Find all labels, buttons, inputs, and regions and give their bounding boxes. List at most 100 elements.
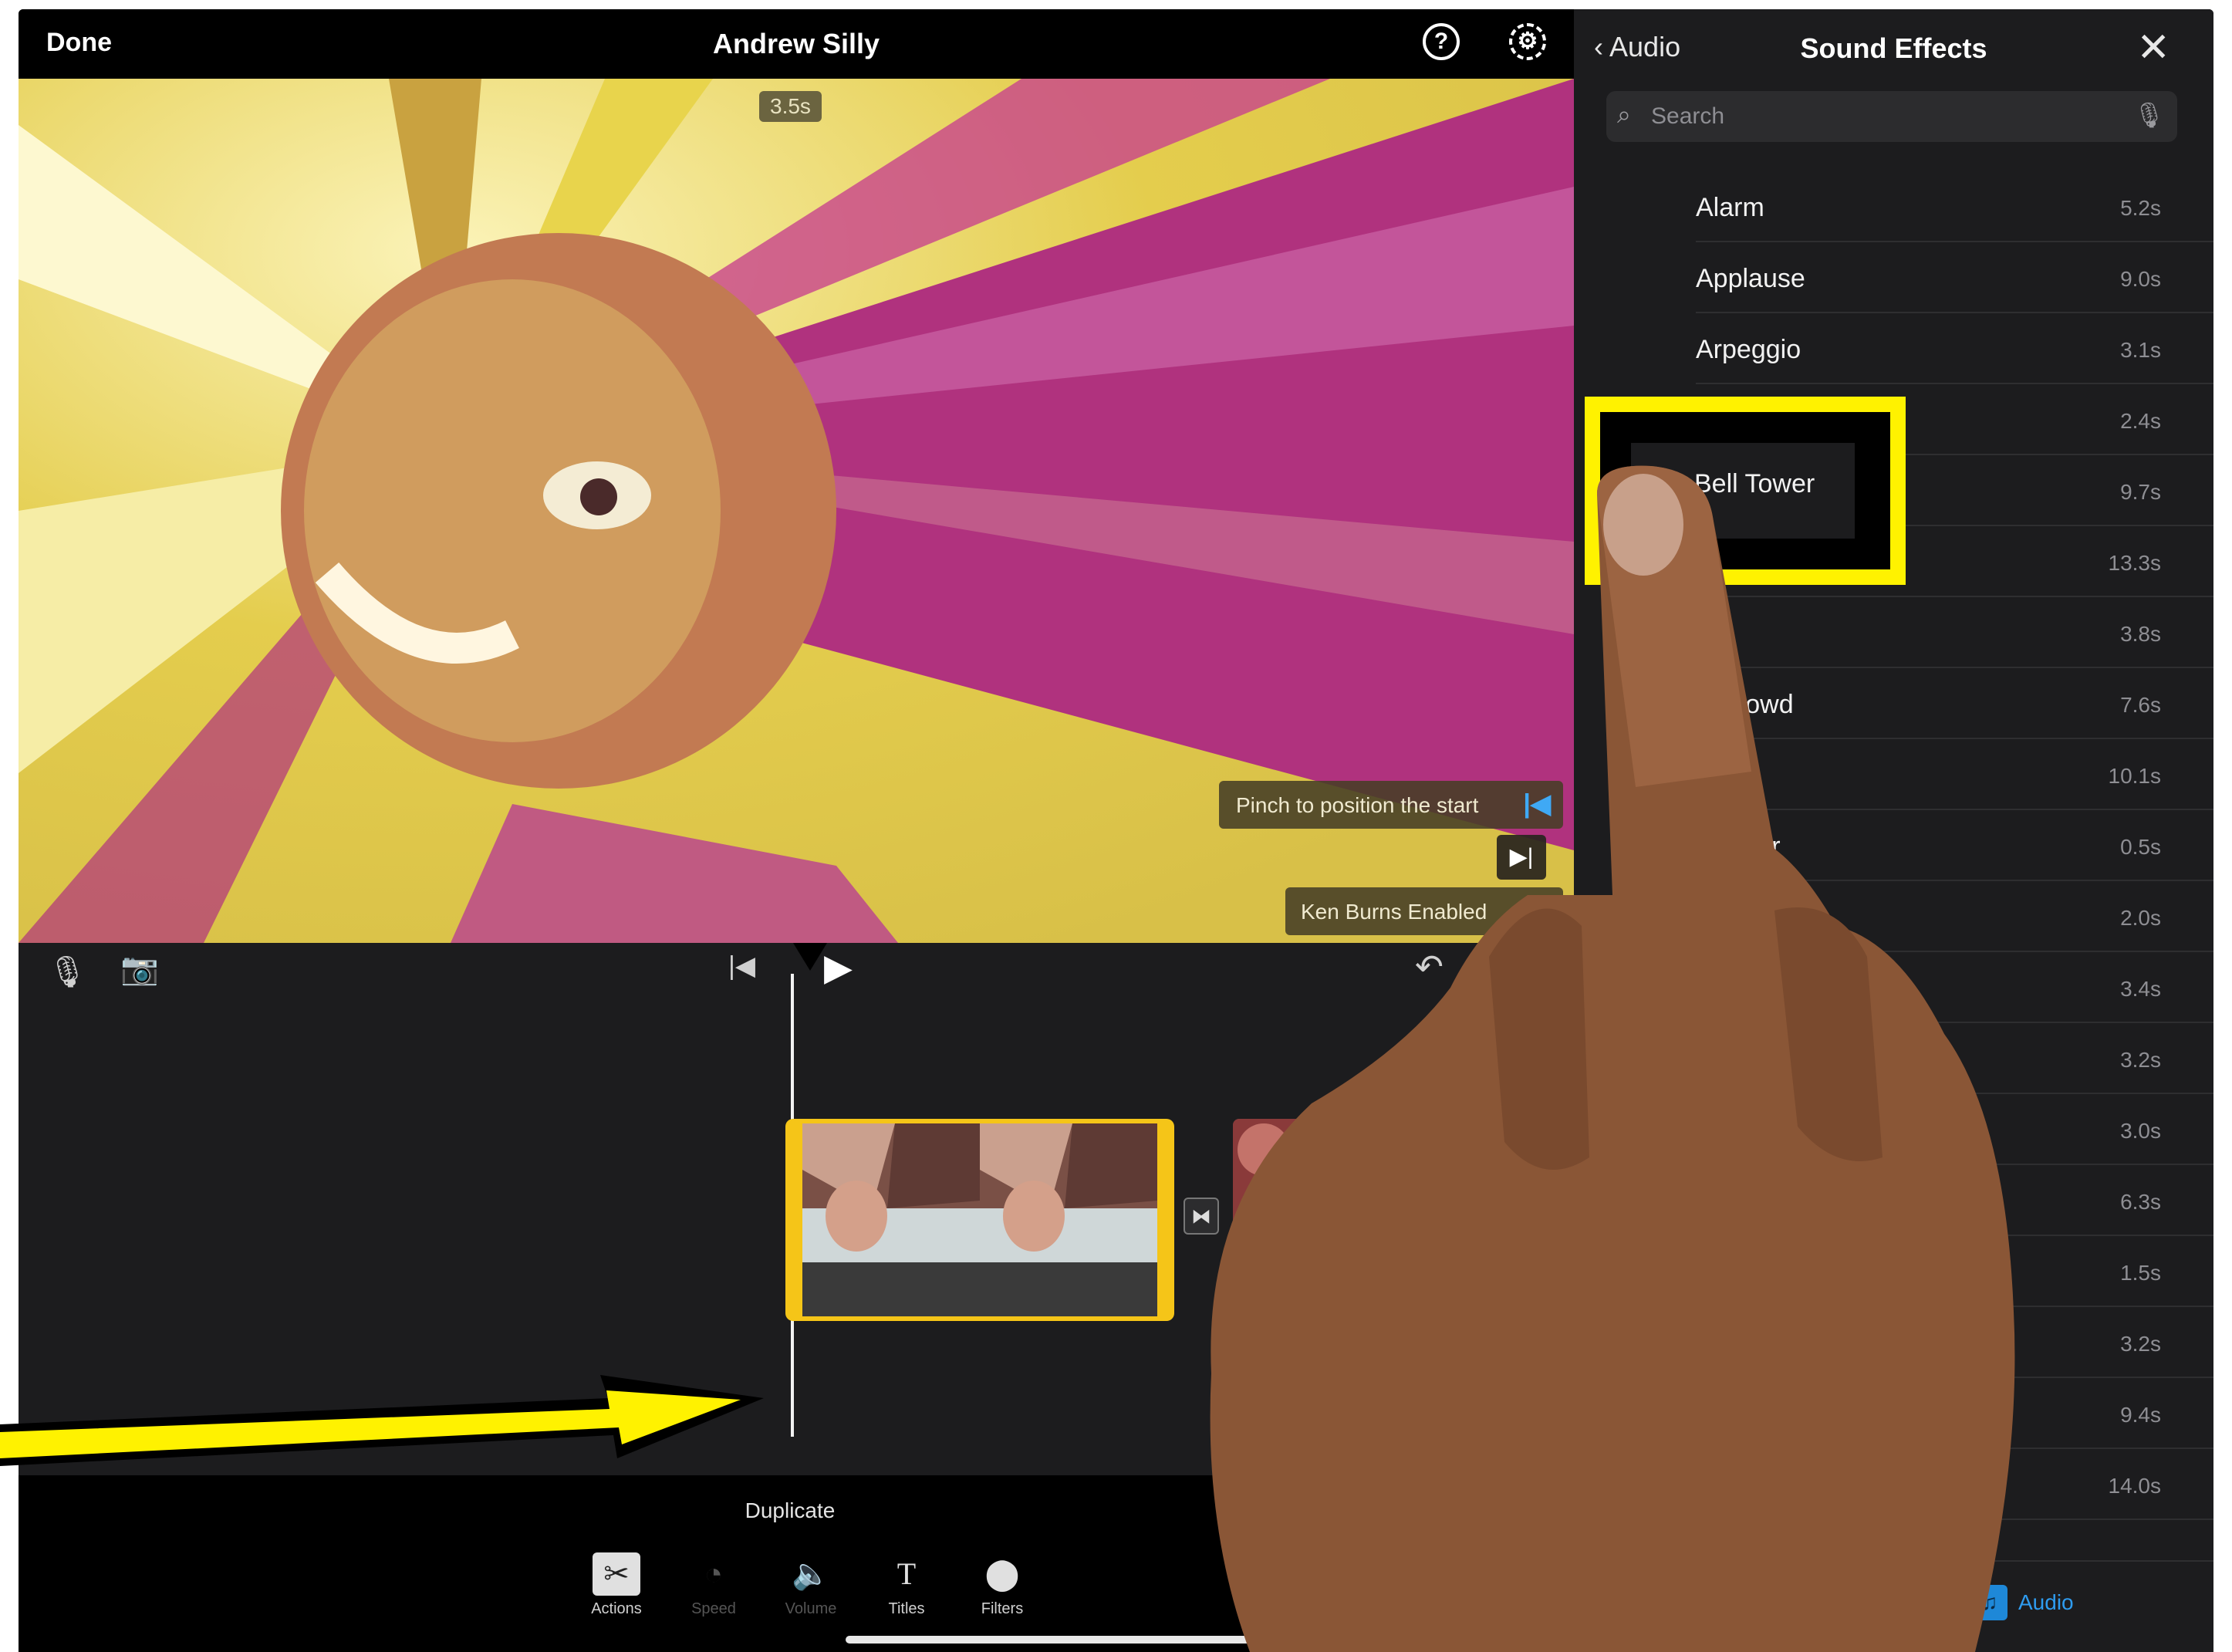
sound-effect-name: g — [1696, 619, 1710, 648]
sound-effect-name: Applause — [1696, 264, 1805, 293]
sound-effect-duration: 10.1s — [2108, 764, 2162, 788]
sound-effect-row[interactable]: 3.2s — [1574, 1307, 2213, 1378]
selected-video-clip[interactable] — [785, 1119, 1174, 1321]
speedometer-icon: ◔ — [704, 1557, 724, 1591]
sound-effect-duration: 14.0s — [2108, 1474, 2162, 1498]
transition-button[interactable]: ⧓ — [1184, 1198, 1219, 1235]
sound-effect-name: g Crowd — [1696, 690, 1794, 719]
sound-effect-row[interactable]: g 3.8s — [1574, 597, 2213, 668]
sound-effect-duration: 9.7s — [2120, 480, 2161, 504]
search-placeholder: Search — [1651, 103, 1725, 129]
sound-effect-duration: 2.4s — [2120, 409, 2161, 433]
tool-titles-label: Titles — [888, 1600, 925, 1617]
sound-effect-row[interactable]: 9.4s — [1574, 1378, 2213, 1449]
sound-effect-duration: 7.6s — [2120, 693, 2161, 717]
skip-to-start-icon[interactable]: |◀ — [728, 951, 755, 981]
row-divider — [1696, 1519, 2213, 1520]
sound-effects-title: Sound Effects — [1800, 32, 1987, 64]
sound-effect-duration: 0.5s — [2120, 835, 2161, 859]
tool-filters[interactable]: ⬤ Filters — [960, 1552, 1045, 1618]
sound-effect-row[interactable]: 1.5s — [1574, 1236, 2213, 1307]
sound-effect-name: Arpeggio — [1696, 335, 1801, 364]
tool-filters-label: Filters — [981, 1600, 1024, 1617]
sound-effect-duration: 9.4s — [2120, 1403, 2161, 1427]
sound-effect-row[interactable]: g Crowd 7.6s — [1574, 668, 2213, 739]
sound-effects-list[interactable]: Alarm 5.2s Applause 9.0s Arpeggio 3.1s 2.4s 9.7… — [1574, 171, 2213, 1576]
sound-effect-duration: 9.0s — [2120, 267, 2161, 291]
sound-effect-duration: 6.3s — [2120, 1190, 2161, 1214]
home-indicator — [846, 1636, 1278, 1644]
timeline[interactable]: 🎙 📷 |◀ ▶ ↶ ⧓ — [19, 943, 1574, 1475]
sound-effect-row[interactable]: 10.1s — [1574, 739, 2213, 810]
top-bar: Done Andrew Silly ? ⚙ — [19, 9, 1574, 79]
tool-volume-label: Volume — [785, 1600, 837, 1617]
speaker-icon: 🔈 — [792, 1557, 830, 1591]
music-note-icon: ♫ — [1972, 1585, 2007, 1620]
tool-speed[interactable]: ◔ Speed — [671, 1552, 756, 1618]
sound-effect-duration: 3.2s — [2120, 1332, 2161, 1356]
scissors-icon: ✂ — [593, 1552, 640, 1596]
search-icon: ⌕ — [1617, 100, 1631, 128]
sound-effect-row[interactable]: 6.3s — [1574, 1165, 2213, 1236]
sound-effect-name: cending — [1696, 974, 1788, 1003]
sound-effect-row[interactable]: 3.0s — [1574, 1094, 2213, 1165]
ken-burns-toggle[interactable]: Ken Burns Enabled — [1285, 887, 1563, 935]
sound-effect-row[interactable]: Arpeggio 3.1s — [1574, 313, 2213, 384]
sound-effect-row[interactable]: 2.0s — [1574, 881, 2213, 952]
start-marker-icon[interactable]: |◀ — [1523, 789, 1551, 819]
sound-effect-row[interactable]: cending 3.4s — [1574, 952, 2213, 1023]
sound-effect-duration: 3.2s — [2120, 1048, 2161, 1072]
clip-thumbnail — [980, 1123, 1157, 1262]
duplicate-button[interactable]: Duplicate — [19, 1498, 1562, 1523]
sound-effect-duration: 3.1s — [2120, 338, 2161, 362]
sound-effects-panel: ‹ Audio Sound Effects ✕ ⌕ Search 🎙 Alarm… — [1574, 9, 2213, 1652]
playhead-marker — [793, 943, 827, 971]
pinch-hint-label: Pinch to position the start — [1236, 793, 1479, 817]
clip-duration-badge: 3.5s — [759, 91, 822, 122]
sound-effect-duration: 3.0s — [2120, 1119, 2161, 1143]
audio-tab[interactable]: ♫ Audio — [1972, 1585, 2074, 1620]
video-clip[interactable] — [1233, 1119, 1449, 1321]
sound-effect-duration: 13.3s — [2108, 551, 2162, 575]
tool-actions-label: Actions — [591, 1600, 642, 1617]
titles-icon: T — [897, 1556, 917, 1591]
end-marker-button[interactable]: ▶| — [1497, 835, 1546, 880]
sound-effect-row[interactable]: 14.0s — [1574, 1449, 2213, 1520]
microphone-icon[interactable]: 🎙 — [48, 954, 87, 990]
ken-burns-label: Ken Burns Enabled — [1301, 900, 1487, 924]
pinch-hint: Pinch to position the start |◀ — [1219, 781, 1563, 829]
play-icon[interactable]: ▶ — [824, 946, 853, 989]
gear-icon[interactable]: ⚙ — [1509, 23, 1546, 60]
ken-burns-icon — [1531, 898, 1552, 917]
sound-effect-row[interactable]: 3.2s — [1574, 1023, 2213, 1094]
question-circle-icon[interactable]: ? — [1423, 23, 1460, 60]
sound-effect-duration: 3.4s — [2120, 977, 2161, 1001]
sound-effect-name: Shutter — [1696, 832, 1781, 861]
sound-effect-row[interactable]: Applause 9.0s — [1574, 242, 2213, 313]
sound-effect-row[interactable]: Shutter 0.5s — [1574, 810, 2213, 881]
dictation-mic-icon[interactable]: 🎙 — [2133, 100, 2165, 130]
inspector-toolbar: Duplicate ✂ Actions ◔ Speed 🔈 Volume T T… — [19, 1475, 1574, 1652]
tool-speed-label: Speed — [691, 1600, 736, 1617]
tool-volume[interactable]: 🔈 Volume — [768, 1552, 853, 1618]
sound-effect-duration: 5.2s — [2120, 196, 2161, 220]
sound-effect-name: Alarm — [1696, 193, 1764, 222]
sound-effect-duration: 3.8s — [2120, 622, 2161, 646]
tool-actions[interactable]: ✂ Actions — [574, 1552, 659, 1618]
sound-effect-row[interactable]: Alarm 5.2s — [1574, 171, 2213, 242]
highlighted-item-label: Bell Tower — [1694, 469, 1815, 498]
sound-effect-duration: 1.5s — [2120, 1261, 2161, 1285]
tool-titles[interactable]: T Titles — [864, 1552, 949, 1618]
close-icon[interactable]: ✕ — [2136, 25, 2170, 71]
clip-thumbnail — [1233, 1119, 1449, 1258]
video-preview[interactable]: 3.5s Pinch to position the start |◀ ▶| K… — [19, 79, 1574, 943]
search-field[interactable]: ⌕ Search 🎙 — [1606, 91, 2177, 142]
undo-icon[interactable]: ↶ — [1415, 948, 1444, 987]
camera-icon[interactable]: 📷 — [120, 951, 159, 987]
audio-tab-label: Audio — [2018, 1590, 2074, 1614]
clip-thumbnail — [802, 1123, 980, 1262]
ipad-screen: Done Andrew Silly ? ⚙ 3.5s Pinch to posi… — [19, 9, 2213, 1652]
project-title: Andrew Silly — [712, 28, 880, 59]
sound-effect-duration: 2.0s — [2120, 906, 2161, 930]
sound-effects-header: ‹ Audio Sound Effects ✕ ⌕ Search 🎙 — [1574, 9, 2213, 164]
